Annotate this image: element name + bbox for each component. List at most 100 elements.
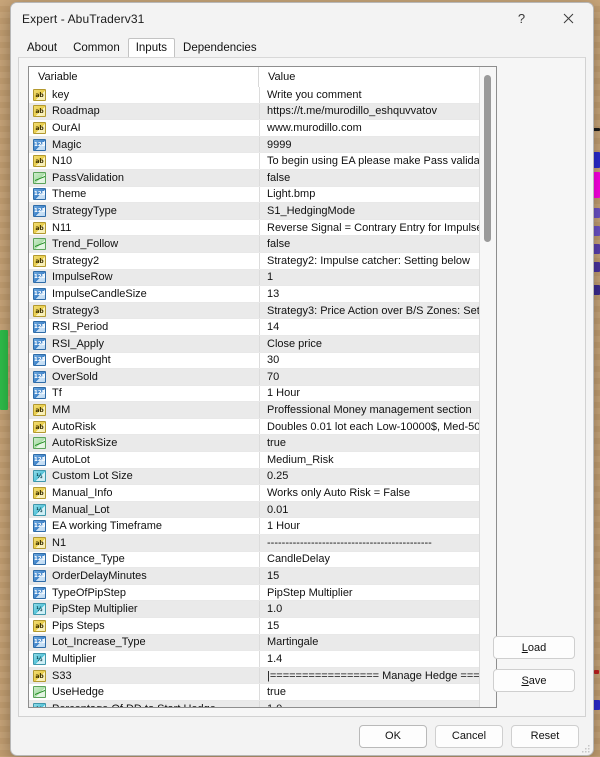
value-cell[interactable]: ----------------------------------------… (259, 535, 479, 551)
variable-cell[interactable]: 123 Tf (29, 387, 259, 400)
table-row[interactable]: 123 ImpulseCandleSize 13 (29, 286, 479, 303)
variable-cell[interactable]: 123 StrategyType (29, 204, 259, 217)
variable-cell[interactable]: ½ Percentage Of DD to Start Hedge (29, 702, 259, 707)
table-row[interactable]: 123 TypeOfPipStep PipStep Multiplier (29, 584, 479, 602)
table-row[interactable]: ab Strategy2 Strategy2: Impulse catcher: S… (29, 252, 479, 270)
variable-cell[interactable]: 123 TypeOfPipStep (29, 586, 259, 599)
variable-cell[interactable]: ab Strategy3 (29, 304, 259, 317)
table-row[interactable]: ab N1 ------------------------------------… (29, 535, 479, 552)
table-row[interactable]: 123 OverSold 70 (29, 369, 479, 386)
variable-cell[interactable]: 123 Theme (29, 188, 259, 201)
table-row[interactable]: ½ Multiplier 1.4 (29, 651, 479, 668)
value-cell[interactable]: 1.0 (259, 601, 479, 617)
table-row[interactable]: 123 Magic 9999 (29, 136, 479, 154)
table-row[interactable]: ab key Write you comment (29, 87, 479, 104)
grid-vertical-scrollbar[interactable] (479, 67, 496, 707)
value-cell[interactable]: Works only Auto Risk = False (259, 485, 479, 501)
variable-cell[interactable]: UseHedge (29, 686, 259, 699)
table-row[interactable]: UseHedge true (29, 684, 479, 701)
variable-cell[interactable]: 123 OverBought (29, 354, 259, 367)
table-row[interactable]: ab Strategy3 Strategy3: Price Action over … (29, 302, 479, 320)
value-cell[interactable]: true (259, 684, 479, 700)
value-cell[interactable]: CandleDelay (259, 551, 479, 568)
scrollbar-thumb[interactable] (484, 75, 491, 242)
table-row[interactable]: 123 ImpulseRow 1 (29, 269, 479, 287)
value-cell[interactable]: Proffessional Money management section (259, 402, 479, 418)
value-cell[interactable]: PipStep Multiplier (259, 584, 479, 601)
variable-cell[interactable]: 123 OrderDelayMinutes (29, 570, 259, 583)
resize-grip-icon[interactable] (580, 743, 590, 753)
tab-dependencies[interactable]: Dependencies (175, 38, 265, 58)
variable-cell[interactable]: Trend_Follow (29, 238, 259, 251)
table-row[interactable]: ab AutoRisk Doubles 0.01 lot each Low-1000… (29, 418, 479, 436)
value-cell[interactable]: 1 Hour (259, 518, 479, 535)
table-row[interactable]: ab MM Proffessional Money management secti… (29, 402, 479, 419)
variable-cell[interactable]: ½ Custom Lot Size (29, 470, 259, 483)
variable-cell[interactable]: ½ PipStep Multiplier (29, 603, 259, 616)
value-cell[interactable]: 0.01 (259, 501, 479, 518)
value-cell[interactable]: 9999 (259, 136, 479, 153)
variable-cell[interactable]: 123 ImpulseRow (29, 271, 259, 284)
value-cell[interactable]: 30 (259, 352, 479, 369)
value-cell[interactable]: www.murodillo.com (259, 120, 479, 136)
value-cell[interactable]: Martingale (259, 634, 479, 651)
table-row[interactable]: ab S33 |================= Manage Hedge ===… (29, 667, 479, 685)
value-cell[interactable]: 1 Hour (259, 385, 479, 402)
close-button[interactable] (548, 3, 589, 33)
value-cell[interactable]: 70 (259, 369, 479, 385)
reset-button[interactable]: Reset (511, 724, 579, 748)
table-row[interactable]: ab N10 To begin using EA please make Pass … (29, 153, 479, 170)
variable-cell[interactable]: ½ Manual_Lot (29, 503, 259, 516)
table-row[interactable]: 123 Distance_Type CandleDelay (29, 551, 479, 569)
value-cell[interactable]: 13 (259, 286, 479, 302)
variable-cell[interactable]: 123 Distance_Type (29, 553, 259, 566)
tab-inputs[interactable]: Inputs (127, 38, 176, 58)
table-row[interactable]: 123 OverBought 30 (29, 352, 479, 370)
variable-cell[interactable]: 123 RSI_Period (29, 321, 259, 334)
variable-cell[interactable]: ab S33 (29, 669, 259, 682)
value-cell[interactable]: Write you comment (259, 87, 479, 103)
table-row[interactable]: 123 RSI_Apply Close price (29, 335, 479, 353)
table-row[interactable]: ab OurAI www.murodillo.com (29, 120, 479, 137)
table-row[interactable]: ½ PipStep Multiplier 1.0 (29, 601, 479, 618)
table-row[interactable]: ½ Percentage Of DD to Start Hedge 1.0 (29, 700, 479, 707)
table-row[interactable]: 123 Lot_Increase_Type Martingale (29, 634, 479, 652)
variable-cell[interactable]: ab N1 (29, 536, 259, 549)
variable-cell[interactable]: ab N10 (29, 155, 259, 168)
table-row[interactable]: 123 Theme Light.bmp (29, 186, 479, 204)
table-row[interactable]: 123 OrderDelayMinutes 15 (29, 568, 479, 585)
variable-cell[interactable]: ab MM (29, 404, 259, 417)
variable-cell[interactable]: ab OurAI (29, 121, 259, 134)
variable-cell[interactable]: ½ Multiplier (29, 652, 259, 665)
tab-common[interactable]: Common (65, 38, 128, 58)
value-cell[interactable]: false (259, 169, 479, 186)
table-row[interactable]: ½ Manual_Lot 0.01 (29, 501, 479, 519)
table-row[interactable]: Trend_Follow false (29, 236, 479, 253)
variable-cell[interactable]: ab Pips Steps (29, 619, 259, 632)
value-cell[interactable]: false (259, 236, 479, 252)
column-header-variable[interactable]: Variable (29, 67, 259, 87)
table-row[interactable]: 123 Tf 1 Hour (29, 385, 479, 403)
value-cell[interactable]: 1.0 (259, 700, 479, 707)
value-cell[interactable]: Strategy3: Price Action over B/S Zones: … (259, 302, 479, 319)
inputs-grid-viewport[interactable]: Variable Value ab key Write you comment ab R… (29, 67, 479, 707)
value-cell[interactable]: https://t.me/murodillo_eshquvvatov (259, 103, 479, 120)
variable-cell[interactable]: 123 Lot_Increase_Type (29, 636, 259, 649)
value-cell[interactable]: 1.4 (259, 651, 479, 667)
variable-cell[interactable]: ab key (29, 88, 259, 101)
tab-about[interactable]: About (19, 38, 65, 58)
table-row[interactable]: 123 AutoLot Medium_Risk (29, 452, 479, 469)
value-cell[interactable]: S1_HedgingMode (259, 203, 479, 219)
variable-cell[interactable]: ab N11 (29, 221, 259, 234)
table-row[interactable]: AutoRiskSize true (29, 435, 479, 453)
variable-cell[interactable]: 123 AutoLot (29, 453, 259, 466)
value-cell[interactable]: Doubles 0.01 lot each Low-10000$, Med-50… (259, 418, 479, 435)
variable-cell[interactable]: 123 EA working Timeframe (29, 520, 259, 533)
value-cell[interactable]: To begin using EA please make Pass valid… (259, 153, 479, 169)
variable-cell[interactable]: AutoRiskSize (29, 437, 259, 450)
table-row[interactable]: ab Manual_Info Works only Auto Risk = Fals… (29, 485, 479, 502)
ok-button[interactable]: OK (359, 724, 427, 748)
table-row[interactable]: 123 StrategyType S1_HedgingMode (29, 203, 479, 220)
title-bar[interactable]: Expert - AbuTraderv31 ? (11, 3, 593, 34)
value-cell[interactable]: Reverse Signal = Contrary Entry for Impu… (259, 219, 479, 236)
